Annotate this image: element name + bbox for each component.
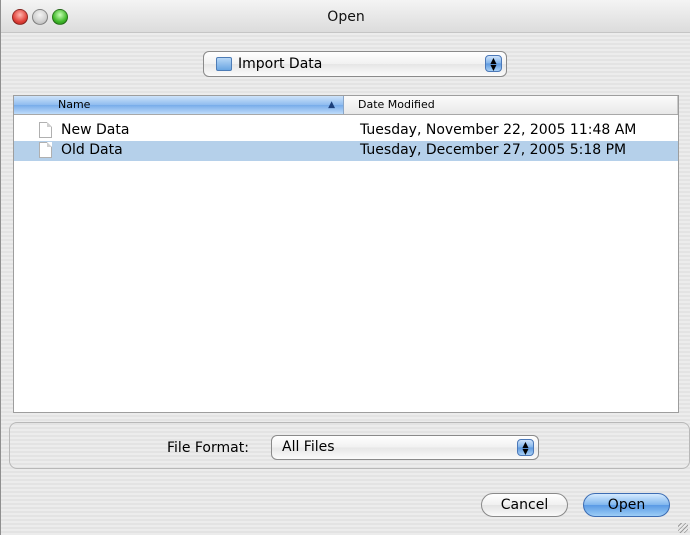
window-title: Open (327, 9, 365, 25)
file-format-popup[interactable]: All Files ▲ ▼ (271, 435, 539, 460)
file-list-header: Name ▲ Date Modified (14, 96, 678, 115)
file-format-value: All Files (282, 439, 335, 455)
column-header-date[interactable]: Date Modified (344, 96, 678, 114)
file-name: New Data (61, 122, 130, 138)
resize-grip-icon[interactable] (678, 523, 688, 533)
open-button[interactable]: Open (583, 493, 670, 517)
file-date: Tuesday, November 22, 2005 11:48 AM (360, 122, 637, 138)
popup-arrows-icon: ▲ ▼ (485, 55, 502, 72)
open-dialog: Open Import Data ▲ ▼ Name ▲ Date Modified… (0, 0, 690, 535)
popup-arrows-icon: ▲ ▼ (517, 439, 534, 456)
sort-ascending-icon: ▲ (328, 100, 335, 110)
folder-popup-label: Import Data (238, 56, 323, 72)
column-name-label: Name (58, 98, 91, 111)
cancel-button[interactable]: Cancel (481, 493, 568, 517)
folder-icon (216, 57, 232, 71)
file-row[interactable]: New Data Tuesday, November 22, 2005 11:4… (14, 121, 678, 141)
column-date-label: Date Modified (358, 98, 435, 111)
file-list[interactable]: Name ▲ Date Modified New Data Tuesday, N… (13, 95, 679, 413)
document-icon (39, 122, 52, 138)
file-format-label: File Format: (167, 440, 249, 456)
file-name: Old Data (61, 142, 123, 158)
folder-popup[interactable]: Import Data ▲ ▼ (203, 51, 507, 77)
file-row-selected[interactable]: Old Data Tuesday, December 27, 2005 5:18… (14, 141, 678, 161)
title-bar: Open (1, 0, 690, 33)
document-icon (39, 142, 52, 158)
column-header-name[interactable]: Name ▲ (14, 96, 344, 114)
file-date: Tuesday, December 27, 2005 5:18 PM (360, 142, 627, 158)
location-area: Import Data ▲ ▼ (1, 33, 690, 95)
